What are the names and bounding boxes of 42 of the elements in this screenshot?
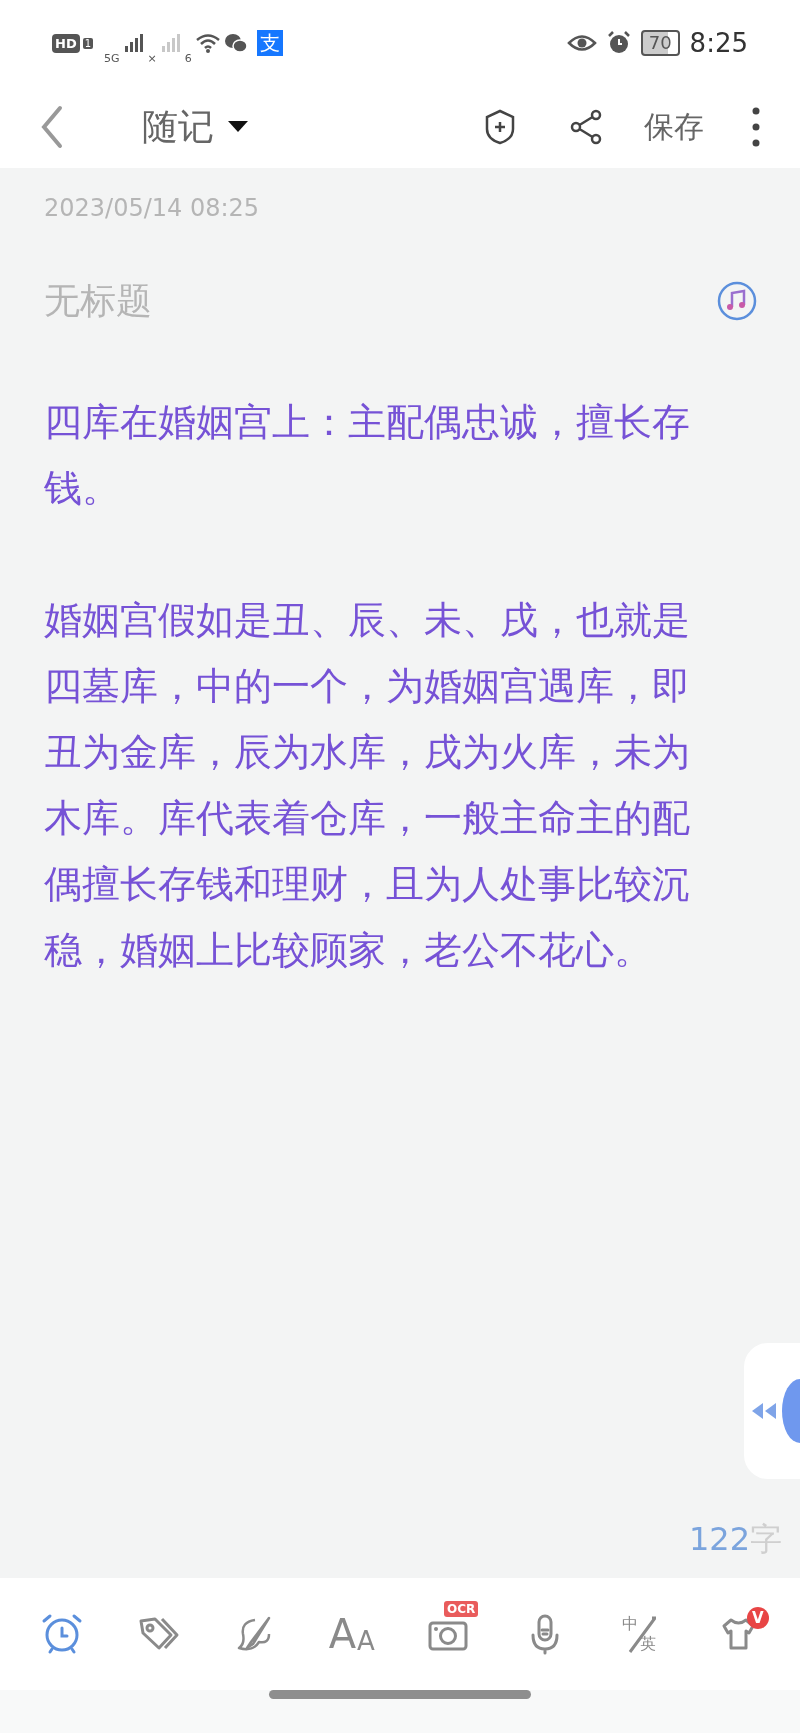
more-button[interactable]: [752, 107, 760, 147]
share-button[interactable]: [570, 109, 604, 145]
music-button[interactable]: [717, 280, 757, 321]
network-label: 5G: [104, 51, 120, 65]
hd-badge: HD: [52, 33, 80, 53]
language-switch-icon: 中 英: [621, 1614, 662, 1654]
signal-icon: [122, 32, 145, 54]
microphone-icon: [529, 1613, 560, 1655]
vip-badge: V: [746, 1607, 769, 1629]
caret-icon: [228, 121, 248, 133]
music-note-icon: [717, 280, 757, 321]
app-badge: 支: [256, 30, 283, 56]
signal-icon: [159, 32, 182, 54]
save-button[interactable]: 保存: [644, 106, 704, 148]
ocr-badge: OCR: [444, 1601, 479, 1617]
note-paragraph: 婚姻宫假如是丑、辰、未、戌，也就是四墓库，中的一个，为婚姻宫遇库，即丑为金库，辰为水库，戌为火库，未为木库。库代表着仓库，一般主命主的配偶擅长存钱和理财，且为人处事比较沉稳，婚姻上比较顾家，老公不花心。: [44, 597, 691, 974]
note-paragraph: 四库在婚姻宫上：主配偶忠诚，擅长存钱。: [44, 399, 691, 512]
toolbar-button[interactable]: V: [697, 1599, 778, 1669]
alarm-clock-icon: [606, 31, 631, 55]
security-button[interactable]: [484, 109, 516, 145]
shield-plus-icon: [484, 109, 516, 145]
note-date: 2023/05/14 08:25: [44, 194, 261, 222]
eye-icon: [566, 33, 597, 53]
wifi-icon: [194, 32, 221, 54]
title-field[interactable]: 无标题: [44, 280, 444, 321]
double-left-arrow-icon: [752, 1401, 778, 1421]
category-dropdown[interactable]: 随记: [142, 102, 248, 152]
text-size-icon: AA: [328, 1614, 375, 1654]
wifi-label: 6: [184, 51, 192, 65]
no-signal-mark: ×: [147, 51, 157, 65]
character-count: 122: [688, 1520, 750, 1558]
back-button[interactable]: [40, 105, 64, 149]
share-icon: [570, 109, 604, 145]
more-vertical-icon: [752, 107, 760, 147]
toolbar-button[interactable]: 中 英: [601, 1599, 682, 1669]
sim-badge: 1: [82, 37, 94, 49]
clock-time: 8:25: [689, 28, 748, 58]
chat-bubbles-icon: [223, 32, 248, 54]
toolbar-button[interactable]: AA: [311, 1599, 392, 1669]
side-panel-handle[interactable]: [744, 1343, 800, 1479]
toolbar-button[interactable]: OCR: [408, 1599, 489, 1669]
battery-indicator: 70: [640, 30, 680, 56]
